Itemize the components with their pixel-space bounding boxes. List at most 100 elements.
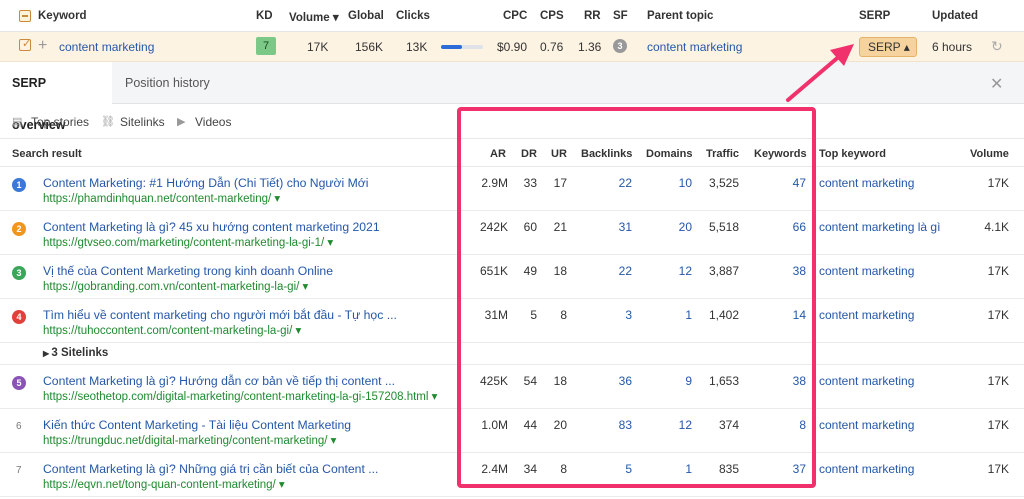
keyword-cpc: $0.90 <box>497 40 528 54</box>
cell-volume: 17K <box>987 264 1009 278</box>
parent-topic-link[interactable]: content marketing <box>647 40 742 54</box>
header-global[interactable]: Global <box>348 10 384 22</box>
close-icon[interactable]: ✕ <box>990 74 1003 94</box>
sitelinks-count: 3 Sitelinks <box>51 347 109 359</box>
cell-keywords[interactable]: 14 <box>793 308 806 322</box>
kd-badge: 7 <box>256 37 276 55</box>
result-url-link[interactable]: https://tuhoccontent.com/content-marketi… <box>43 323 301 337</box>
top-stories-icon: ▤ <box>12 116 23 128</box>
header-cps[interactable]: CPS <box>540 10 564 22</box>
cell-domains[interactable]: 9 <box>685 374 692 388</box>
cell-top-keyword[interactable]: content marketing <box>819 308 914 322</box>
cell-backlinks[interactable]: 3 <box>625 308 632 322</box>
keyword-link[interactable]: content marketing <box>59 40 154 54</box>
header-kd[interactable]: KD <box>256 10 273 22</box>
cell-domains[interactable]: 10 <box>679 176 692 190</box>
cell-top-keyword[interactable]: content marketing là gì <box>819 220 940 234</box>
result-title-link[interactable]: Kiến thức Content Marketing - Tài liệu C… <box>43 418 351 432</box>
cell-volume: 17K <box>987 418 1009 432</box>
row-checkbox[interactable]: ✓ <box>19 38 31 51</box>
col-domains[interactable]: Domains <box>646 148 692 160</box>
col-ur[interactable]: UR <box>551 148 567 160</box>
sitelinks-toggle[interactable]: ▶ 3 Sitelinks <box>43 347 108 359</box>
cell-top-keyword[interactable]: content marketing <box>819 176 914 190</box>
header-parent-topic[interactable]: Parent topic <box>647 10 713 22</box>
cell-top-keyword[interactable]: content marketing <box>819 264 914 278</box>
cell-domains[interactable]: 1 <box>685 462 692 476</box>
table-row: 7 Content Marketing là gì? Những giá trị … <box>0 453 1024 497</box>
cell-backlinks[interactable]: 5 <box>625 462 632 476</box>
header-updated[interactable]: Updated <box>932 10 978 22</box>
cell-volume: 17K <box>987 374 1009 388</box>
cell-dr: 33 <box>523 176 537 190</box>
cell-keywords[interactable]: 8 <box>799 418 806 432</box>
cell-traffic: 3,525 <box>708 176 739 190</box>
rank-badge: 1 <box>12 178 26 192</box>
result-url-link[interactable]: https://seothetop.com/digital-marketing/… <box>43 389 437 403</box>
result-url-link[interactable]: https://gtvseo.com/marketing/content-mar… <box>43 235 333 249</box>
select-all-checkbox[interactable] <box>19 10 31 22</box>
minus-checkbox-icon <box>22 15 28 17</box>
result-title-link[interactable]: Content Marketing là gì? 45 xu hướng con… <box>43 220 380 234</box>
cell-top-keyword[interactable]: content marketing <box>819 374 914 388</box>
header-keyword[interactable]: Keyword <box>38 10 87 22</box>
result-url-link[interactable]: https://phamdinhquan.net/content-marketi… <box>43 191 280 205</box>
cell-top-keyword[interactable]: content marketing <box>819 418 914 432</box>
header-sf[interactable]: SF <box>613 10 628 22</box>
header-volume[interactable]: Volume ▾ <box>289 10 339 24</box>
cell-domains[interactable]: 12 <box>679 418 692 432</box>
cell-domains[interactable]: 12 <box>679 264 692 278</box>
col-keywords[interactable]: Keywords <box>754 148 807 160</box>
cell-backlinks[interactable]: 31 <box>619 220 632 234</box>
result-title-link[interactable]: Content Marketing: #1 Hướng Dẫn (Chi Tiế… <box>43 176 368 190</box>
cell-keywords[interactable]: 38 <box>793 264 806 278</box>
top-stories-label: Top stories <box>31 115 90 129</box>
col-volume[interactable]: Volume <box>970 148 1009 160</box>
cell-keywords[interactable]: 66 <box>793 220 806 234</box>
header-cpc[interactable]: CPC <box>503 10 527 22</box>
result-title-link[interactable]: Content Marketing là gì? Hướng dẫn cơ bả… <box>43 374 395 388</box>
plus-icon[interactable]: + <box>38 37 47 55</box>
col-backlinks[interactable]: Backlinks <box>581 148 632 160</box>
cell-ar: 2.4M <box>481 462 508 476</box>
sitelinks-row[interactable]: ▶ 3 Sitelinks <box>0 343 1024 365</box>
result-title-link[interactable]: Tìm hiểu về content marketing cho người … <box>43 308 397 322</box>
cell-volume: 17K <box>987 462 1009 476</box>
tab-serp-overview[interactable]: SERP overview <box>0 62 112 132</box>
tab-position-history[interactable]: Position history <box>125 62 210 104</box>
result-title-link[interactable]: Vị thế của Content Marketing trong kinh … <box>43 264 333 278</box>
cell-ur: 8 <box>560 462 567 476</box>
cell-ur: 18 <box>553 374 567 388</box>
sitelinks-icon: ⛓ <box>101 116 115 128</box>
cell-backlinks[interactable]: 22 <box>619 176 632 190</box>
cell-keywords[interactable]: 47 <box>793 176 806 190</box>
cell-domains[interactable]: 1 <box>685 308 692 322</box>
cell-backlinks[interactable]: 83 <box>619 418 632 432</box>
cell-ur: 17 <box>553 176 567 190</box>
rank-number: 7 <box>16 465 22 476</box>
result-url-link[interactable]: https://trungduc.net/digital-marketing/c… <box>43 433 336 447</box>
col-search-result[interactable]: Search result <box>12 148 82 160</box>
result-url-link[interactable]: https://gobranding.com.vn/content-market… <box>43 279 308 293</box>
cell-top-keyword[interactable]: content marketing <box>819 462 914 476</box>
refresh-icon[interactable]: ↻ <box>991 38 1003 55</box>
result-title-link[interactable]: Content Marketing là gì? Những giá trị c… <box>43 462 378 476</box>
col-ar[interactable]: AR <box>490 148 506 160</box>
result-url-link[interactable]: https://eqvn.net/tong-quan-content-marke… <box>43 477 285 491</box>
col-traffic[interactable]: Traffic <box>706 148 739 160</box>
serp-button[interactable]: SERP ▴ <box>859 37 917 57</box>
cell-backlinks[interactable]: 22 <box>619 264 632 278</box>
divider <box>0 138 1024 139</box>
header-clicks[interactable]: Clicks <box>396 10 430 22</box>
sf-badge[interactable]: 3 <box>613 39 627 53</box>
col-dr[interactable]: DR <box>521 148 537 160</box>
cell-domains[interactable]: 20 <box>679 220 692 234</box>
cell-keywords[interactable]: 38 <box>793 374 806 388</box>
col-top-keyword[interactable]: Top keyword <box>819 148 886 160</box>
cell-backlinks[interactable]: 36 <box>619 374 632 388</box>
cell-keywords[interactable]: 37 <box>793 462 806 476</box>
cell-ar: 242K <box>479 220 508 234</box>
videos-icon: ▶ <box>177 116 186 128</box>
rank-number: 6 <box>16 421 22 432</box>
header-rr[interactable]: RR <box>584 10 601 22</box>
